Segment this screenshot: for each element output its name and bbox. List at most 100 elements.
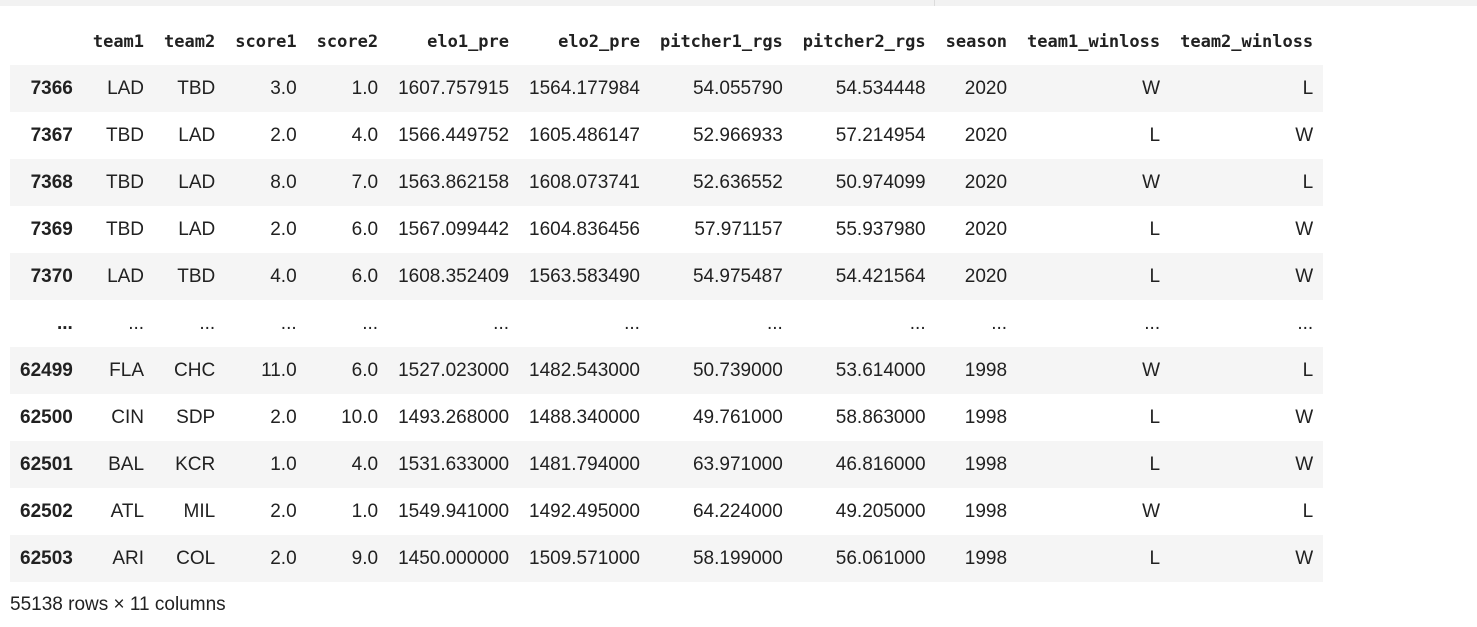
table-row: 7370 LAD TBD 4.0 6.0 1608.352409 1563.583490 54… xyxy=(10,253,1324,300)
cell-team2: MIL xyxy=(183,500,216,522)
cell-score1: 1.0 xyxy=(270,453,297,475)
output-area-top-strip xyxy=(0,0,1477,6)
cell-team1-winloss: L xyxy=(1149,124,1161,146)
cell-pitcher1-rgs: 54.055790 xyxy=(692,77,783,99)
cell-elo2-pre: 1509.571000 xyxy=(529,547,640,569)
row-index: 7368 xyxy=(30,171,73,193)
cell-team2: COL xyxy=(176,547,216,569)
cell-elo1-pre: 1563.862158 xyxy=(398,171,510,193)
cell-team1-winloss: W xyxy=(1142,171,1161,193)
cell-team1: BAL xyxy=(108,453,145,475)
cell-elo2-pre: ... xyxy=(624,312,640,334)
table-row: 62502 ATL MIL 2.0 1.0 1549.941000 1492.495000 6… xyxy=(10,488,1324,535)
cell-team2: LAD xyxy=(178,218,216,240)
cell-elo1-pre: ... xyxy=(493,312,510,334)
cell-pitcher2-rgs: 58.863000 xyxy=(835,406,926,428)
cell-team2-winloss: W xyxy=(1295,453,1314,475)
cell-score2: 1.0 xyxy=(351,77,379,99)
cell-season: 2020 xyxy=(964,171,1008,193)
cell-team1-winloss: W xyxy=(1142,359,1161,381)
cell-pitcher1-rgs: 64.224000 xyxy=(692,500,783,522)
cell-score1: 2.0 xyxy=(270,500,297,522)
table-row: 62500 CIN SDP 2.0 10.0 1493.268000 1488.340000… xyxy=(10,394,1324,441)
row-index: 7369 xyxy=(30,218,73,240)
column-header-elo2-pre: elo2_pre xyxy=(558,31,640,52)
row-index: 62503 xyxy=(20,547,73,569)
cell-score2: 6.0 xyxy=(351,359,379,381)
cell-team1: ... xyxy=(128,312,145,334)
cell-team2: LAD xyxy=(178,124,216,146)
column-header-team2: team2 xyxy=(164,31,216,52)
cell-pitcher1-rgs: 58.199000 xyxy=(692,547,783,569)
cell-score2: 9.0 xyxy=(351,547,379,569)
cell-score1: 2.0 xyxy=(270,218,297,240)
row-index: 7366 xyxy=(30,77,73,99)
cell-elo1-pre: 1567.099442 xyxy=(398,218,510,240)
cell-elo1-pre: 1450.000000 xyxy=(398,547,510,569)
header-row: team1 team2 score1 score2 elo1_pre elo2_pre pi… xyxy=(10,18,1323,65)
cell-elo2-pre: 1605.486147 xyxy=(529,124,640,146)
cell-team2-winloss: L xyxy=(1302,359,1314,381)
column-header-team2-winloss: team2_winloss xyxy=(1180,31,1314,52)
row-index: 62500 xyxy=(20,406,73,428)
column-header-score1: score1 xyxy=(235,31,297,52)
cell-team2-winloss: W xyxy=(1295,124,1314,146)
row-index: 62502 xyxy=(20,500,73,522)
cell-pitcher1-rgs: ... xyxy=(766,312,783,334)
cell-team2-winloss: ... xyxy=(1297,312,1314,334)
cell-team2: TBD xyxy=(177,77,216,99)
cell-team2-winloss: L xyxy=(1302,500,1314,522)
cell-team1: LAD xyxy=(107,265,145,287)
cell-elo1-pre: 1608.352409 xyxy=(398,265,510,287)
cell-score1: 3.0 xyxy=(270,77,297,99)
column-header-team1: team1 xyxy=(92,31,145,52)
cell-score1: ... xyxy=(280,312,297,334)
cell-team1-winloss: L xyxy=(1149,547,1161,569)
table-row: 62499 FLA CHC 11.0 6.0 1527.023000 1482.543000… xyxy=(10,347,1324,394)
cell-team2: TBD xyxy=(177,265,216,287)
cell-score1: 11.0 xyxy=(261,359,297,381)
cell-pitcher1-rgs: 54.975487 xyxy=(692,265,783,287)
cell-score2: 7.0 xyxy=(351,171,379,193)
cell-score1: 8.0 xyxy=(270,171,297,193)
cell-team1-winloss: W xyxy=(1142,77,1161,99)
cell-team2-winloss: W xyxy=(1295,547,1314,569)
cell-season: 1998 xyxy=(964,359,1008,381)
cell-team1-winloss: ... xyxy=(1144,312,1161,334)
cell-elo1-pre: 1607.757915 xyxy=(398,77,510,99)
table-row: .................................... xyxy=(10,300,1324,347)
cell-team1: TBD xyxy=(106,218,145,240)
cell-pitcher2-rgs: 57.214954 xyxy=(835,124,926,146)
cell-pitcher2-rgs: 49.205000 xyxy=(835,500,926,522)
cell-elo1-pre: 1549.941000 xyxy=(398,500,510,522)
table-row: 62503 ARI COL 2.0 9.0 1450.000000 1509.571000 5… xyxy=(10,535,1324,582)
cell-elo2-pre: 1564.177984 xyxy=(529,77,640,99)
column-header-elo1-pre: elo1_pre xyxy=(427,31,510,52)
cell-pitcher2-rgs: 53.614000 xyxy=(835,359,926,381)
cell-season: 2020 xyxy=(964,124,1008,146)
dataframe-table: team1 team2 score1 score2 elo1_pre elo2_pre pi… xyxy=(10,18,1324,582)
column-header-pitcher1-rgs: pitcher1_rgs xyxy=(659,31,783,52)
column-header-pitcher2-rgs: pitcher2_rgs xyxy=(802,31,926,52)
cell-pitcher1-rgs: 49.761000 xyxy=(692,406,783,428)
cell-team2: CHC xyxy=(174,359,216,381)
cell-team2-winloss: L xyxy=(1302,171,1314,193)
cell-elo1-pre: 1566.449752 xyxy=(398,124,510,146)
cell-team2: LAD xyxy=(178,171,216,193)
cell-team1-winloss: L xyxy=(1149,406,1161,428)
row-index: 62499 xyxy=(20,359,73,381)
cell-team1: FLA xyxy=(109,359,145,381)
row-index: 7367 xyxy=(30,124,73,146)
row-index: 62501 xyxy=(20,453,73,475)
cell-pitcher2-rgs: 54.421564 xyxy=(835,265,926,287)
cell-elo1-pre: 1493.268000 xyxy=(398,406,510,428)
cell-score1: 2.0 xyxy=(270,547,297,569)
column-header-season: season xyxy=(945,31,1008,52)
table-row: 7366 LAD TBD 3.0 1.0 1607.757915 1564.177984 54… xyxy=(10,65,1324,112)
cell-season: 2020 xyxy=(964,218,1008,240)
cell-pitcher2-rgs: 50.974099 xyxy=(835,171,926,193)
cell-elo2-pre: 1492.495000 xyxy=(529,500,640,522)
cell-pitcher2-rgs: 46.816000 xyxy=(835,453,926,475)
cell-score1: 2.0 xyxy=(270,124,297,146)
cell-team1-winloss: L xyxy=(1149,265,1161,287)
